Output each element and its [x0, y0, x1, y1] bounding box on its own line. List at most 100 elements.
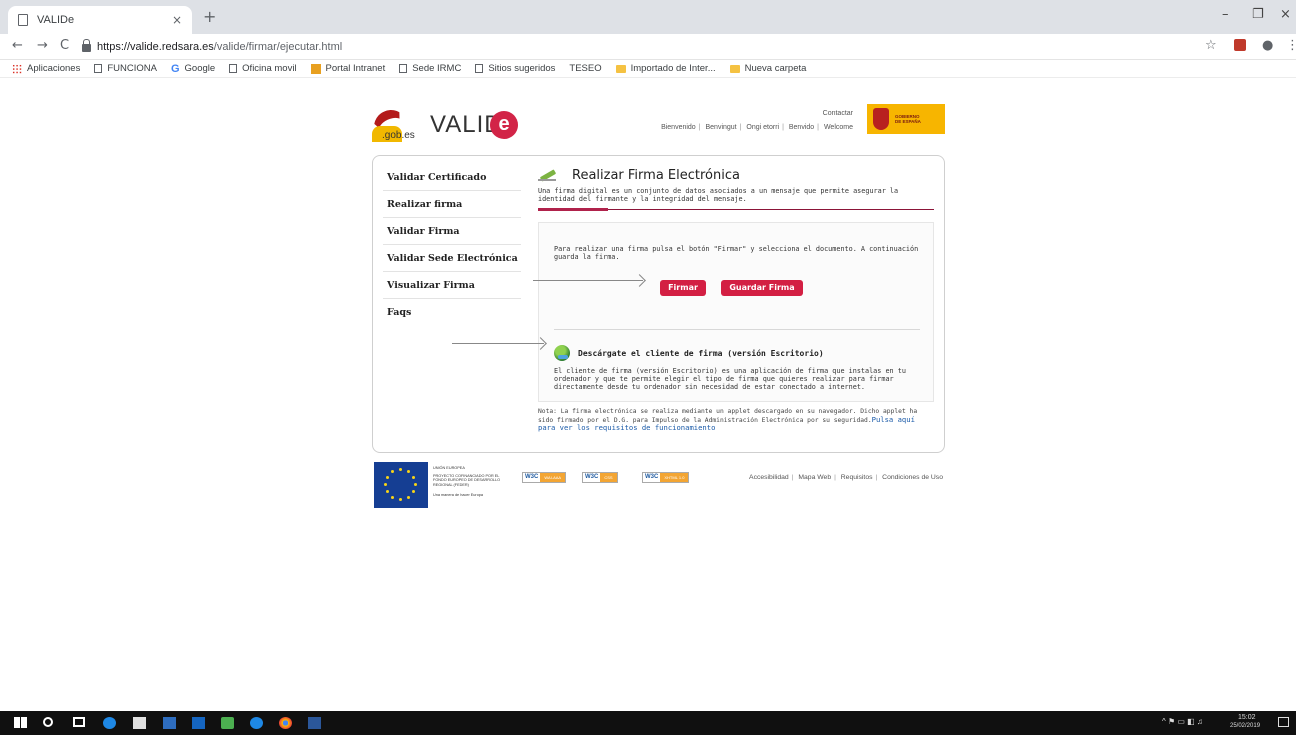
firma-box: Para realizar una firma pulsa el botón "…	[538, 222, 934, 402]
profile-icon[interactable]: ●	[1262, 38, 1273, 53]
windows-taskbar: ^ ⚑ ▭ ◧ ♫ 15:02 25/02/2019	[0, 711, 1296, 735]
forward-icon[interactable]: →	[37, 38, 48, 53]
tab-close-icon[interactable]: ×	[172, 13, 182, 27]
w3c-xhtml-badge[interactable]: W3C XHTML 1.0	[642, 472, 690, 483]
lang-eu-link[interactable]: Ongi etorri	[746, 124, 779, 131]
edge-icon[interactable]	[103, 717, 116, 729]
annotation-arrow-download	[452, 343, 544, 344]
bookmark-aplicaciones[interactable]: Aplicaciones	[12, 63, 80, 74]
mail-icon[interactable]	[133, 717, 146, 729]
separator: |	[782, 124, 784, 131]
bookmark-sede-irmc[interactable]: Sede IRMC	[399, 63, 461, 74]
separator: |	[739, 124, 742, 131]
eu-text-1: UNIÓN EUROPEA	[433, 466, 465, 470]
word-icon[interactable]	[308, 717, 321, 729]
bookmark-label: Nueva carpeta	[744, 63, 807, 74]
w3c-css-badge[interactable]: W3C CSS	[582, 472, 618, 483]
lang-ca-link[interactable]: Benvingut	[705, 124, 736, 131]
lang-gl-link[interactable]: Benvido	[789, 124, 814, 131]
url-host: https://valide.redsara.es	[97, 41, 214, 53]
explorer-icon[interactable]	[163, 717, 176, 729]
extension-icon[interactable]	[1234, 39, 1246, 51]
firmar-button[interactable]: Firmar	[660, 280, 706, 296]
chrome-icon[interactable]	[279, 717, 292, 729]
sidebar-item-faqs[interactable]: Faqs	[383, 299, 521, 326]
back-icon[interactable]: ←	[12, 38, 23, 53]
separator: |	[791, 474, 794, 481]
lang-es-link[interactable]: Bienvenido	[661, 124, 696, 131]
apps-icon	[12, 63, 22, 74]
gobierno-espana-logo[interactable]: GOBIERNO DE ESPAÑA	[867, 104, 945, 134]
content-panel: Validar Certificado Realizar firma Valid…	[372, 155, 945, 453]
outlook-icon[interactable]	[192, 717, 205, 729]
download-client-link[interactable]: Descárgate el cliente de firma (versión …	[578, 349, 824, 358]
logo-gob-text: .gob.es	[382, 130, 415, 141]
main-content: Realizar Firma Electrónica Una firma dig…	[538, 164, 934, 431]
bookmark-nueva-carpeta[interactable]: Nueva carpeta	[729, 63, 807, 74]
bookmark-label: Sitios sugeridos	[488, 63, 556, 74]
bookmark-portal-intranet[interactable]: Portal Intranet	[310, 63, 386, 74]
reload-icon[interactable]: C	[60, 38, 69, 53]
address-bar[interactable]: https://valide.redsara.es/valide/firmar/…	[82, 37, 1192, 57]
page-title: Realizar Firma Electrónica	[572, 167, 740, 183]
site-footer: UNIÓN EUROPEA PROYECTO COFINANCIADO POR …	[372, 462, 945, 510]
condiciones-uso-link[interactable]: Condiciones de Uso	[882, 474, 943, 481]
bookmark-label: Google	[184, 63, 216, 74]
separator: |	[817, 124, 819, 131]
task-view-icon[interactable]	[73, 717, 85, 727]
gov-logo-text-2: DE ESPAÑA	[895, 119, 921, 124]
search-icon[interactable]	[43, 717, 53, 727]
notifications-icon[interactable]	[1278, 717, 1289, 727]
new-tab-icon[interactable]: +	[203, 7, 216, 26]
globe-download-icon[interactable]	[554, 345, 570, 361]
app-icon[interactable]	[221, 717, 234, 729]
guardar-firma-button[interactable]: Guardar Firma	[721, 280, 803, 296]
contact-link[interactable]: Contactar	[823, 110, 853, 117]
lang-en-link[interactable]: Welcome	[824, 124, 853, 131]
tray-date[interactable]: 25/02/2019	[1230, 723, 1260, 729]
sidebar-item-validar-firma[interactable]: Validar Firma	[383, 218, 521, 245]
browser-toolbar: ← → C https://valide.redsara.es/valide/f…	[0, 34, 1296, 60]
requisitos-footer-link[interactable]: Requisitos	[841, 474, 873, 481]
browser-tab[interactable]: VALIDe ×	[8, 6, 192, 34]
star-icon[interactable]: ☆	[1205, 38, 1217, 53]
accesibilidad-link[interactable]: Accesibilidad	[749, 474, 789, 481]
download-client-header[interactable]: Descárgate el cliente de firma (versión …	[554, 343, 924, 363]
tray-icons[interactable]: ^ ⚑ ▭ ◧ ♫	[1162, 717, 1203, 726]
sidebar-item-realizar-firma[interactable]: Realizar firma	[383, 191, 521, 218]
sidebar-item-visualizar-firma[interactable]: Visualizar Firma	[383, 272, 521, 299]
download-client-section: Descárgate el cliente de firma (versión …	[554, 343, 924, 391]
bookmark-sitios-sugeridos[interactable]: Sitios sugeridos	[475, 63, 555, 74]
w3c-wai-badge[interactable]: W3C WAI-AAA	[522, 472, 567, 483]
window-minimize-icon[interactable]: –	[1222, 7, 1229, 22]
badge-label: CSS	[600, 473, 617, 482]
pen-icon	[538, 167, 558, 183]
tray-time[interactable]: 15:02	[1238, 714, 1256, 721]
firma-instructions: Para realizar una firma pulsa el botón "…	[554, 245, 919, 261]
menu-icon[interactable]: ⋮	[1286, 38, 1296, 53]
window-close-icon[interactable]: ×	[1280, 7, 1291, 22]
lock-icon	[82, 39, 91, 52]
bookmark-importado[interactable]: Importado de Inter...	[615, 63, 716, 74]
annotation-arrow-firmar	[533, 280, 643, 281]
bookmark-funciona[interactable]: FUNCIONA	[94, 63, 157, 74]
bookmarks-bar: Aplicaciones FUNCIONA G Google Oficina mo…	[0, 60, 1296, 78]
internet-explorer-icon[interactable]	[250, 717, 263, 729]
w3c-logo: W3C	[583, 473, 601, 482]
windows-start-icon[interactable]	[14, 717, 27, 728]
page-icon	[94, 64, 103, 73]
bookmark-label: Portal Intranet	[325, 63, 386, 74]
sidebar-item-validar-sede[interactable]: Validar Sede Electrónica	[383, 245, 521, 272]
bookmark-teseo[interactable]: TESEO	[569, 63, 601, 74]
sidebar-item-validar-certificado[interactable]: Validar Certificado	[383, 164, 521, 191]
valide-logo[interactable]: .gob.es VALID e	[368, 104, 522, 150]
logo-e-icon: e	[490, 111, 518, 139]
bookmark-google[interactable]: G Google	[171, 63, 215, 75]
window-maximize-icon[interactable]: ❐	[1252, 7, 1264, 22]
mapa-web-link[interactable]: Mapa Web	[798, 474, 831, 481]
page-icon	[399, 64, 408, 73]
separator: |	[698, 124, 701, 131]
bookmark-oficina-movil[interactable]: Oficina movil	[229, 63, 297, 74]
badge-label: WAI-AAA	[540, 473, 566, 482]
bookmark-label: TESEO	[569, 63, 602, 74]
